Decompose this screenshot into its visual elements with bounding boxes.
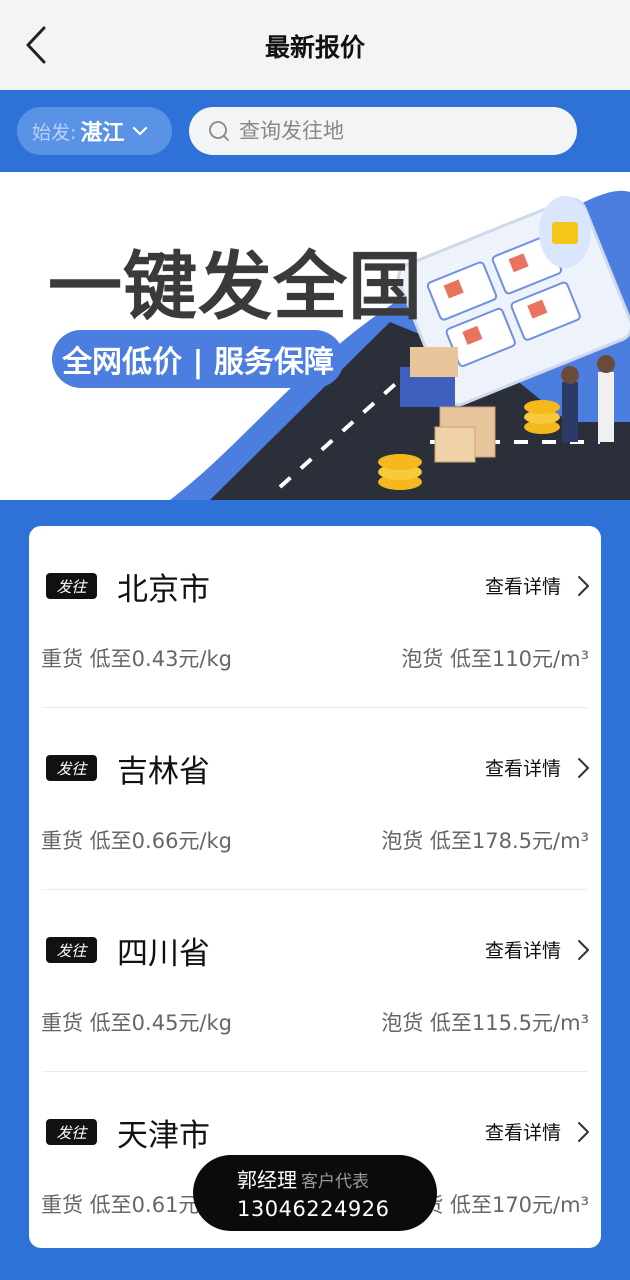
send-to-badge: 发往 <box>46 937 97 963</box>
send-to-badge: 发往 <box>46 755 97 781</box>
destination-name: 四川省 <box>117 936 210 972</box>
chevron-down-icon <box>133 126 148 136</box>
chevron-right-icon <box>578 757 589 778</box>
search-bar: 始发: 湛江 <box>0 90 630 172</box>
heavy-cargo-price: 重货 低至0.45元/kg <box>41 1011 232 1035</box>
view-details-link[interactable]: 查看详情 <box>485 572 593 599</box>
destination-name: 天津市 <box>117 1118 210 1154</box>
origin-label: 始发: <box>32 121 77 144</box>
search-icon <box>209 121 229 141</box>
nav-header: 最新报价 <box>0 0 630 90</box>
contact-phone: 13046224926 <box>237 1197 390 1221</box>
contact-role: 客户代表 <box>301 1172 369 1192</box>
quote-list: 发往 北京市 查看详情 重货 低至0.43元/kg 泡货 低至110元/m³ 发… <box>29 526 601 1248</box>
chevron-right-icon <box>578 575 589 596</box>
bulk-cargo-price: 泡货 低至178.5元/m³ <box>381 829 589 853</box>
view-details-label: 查看详情 <box>484 576 561 598</box>
view-details-label: 查看详情 <box>484 1122 561 1144</box>
chevron-right-icon <box>578 939 589 960</box>
send-to-badge: 发往 <box>46 1119 97 1145</box>
view-details-link[interactable]: 查看详情 <box>485 936 593 963</box>
banner-headline: 一键发全国 <box>48 244 423 330</box>
page-title: 最新报价 <box>264 33 365 62</box>
destination-search-box[interactable] <box>189 107 577 155</box>
heavy-cargo-price: 重货 低至0.66元/kg <box>41 829 232 853</box>
send-to-badge: 发往 <box>46 573 97 599</box>
contact-name: 郭经理 <box>237 1168 297 1192</box>
banner-tagline: 全网低价 | 服务保障 <box>52 330 344 388</box>
quote-row[interactable]: 发往 北京市 查看详情 重货 低至0.43元/kg 泡货 低至110元/m³ <box>29 526 601 708</box>
view-details-label: 查看详情 <box>484 940 561 962</box>
destination-search-input[interactable] <box>239 119 559 143</box>
quote-row[interactable]: 发往 四川省 查看详情 重货 低至0.45元/kg 泡货 低至115.5元/m³ <box>29 890 601 1072</box>
contact-name-line: 郭经理 客户代表 <box>237 1164 369 1193</box>
destination-name: 吉林省 <box>117 754 210 790</box>
destination-name: 北京市 <box>117 572 210 608</box>
bulk-cargo-price: 泡货 低至115.5元/m³ <box>381 1011 589 1035</box>
view-details-link[interactable]: 查看详情 <box>485 754 593 781</box>
heavy-cargo-price: 重货 低至0.43元/kg <box>41 647 232 671</box>
origin-city: 湛江 <box>80 121 125 146</box>
view-details-link[interactable]: 查看详情 <box>485 1118 593 1145</box>
chevron-right-icon <box>578 1121 589 1142</box>
contact-rep-button[interactable]: 郭经理 客户代表 13046224926 <box>193 1155 437 1231</box>
origin-city-selector[interactable]: 始发: 湛江 <box>17 107 172 155</box>
view-details-label: 查看详情 <box>484 758 561 780</box>
quote-row[interactable]: 发往 吉林省 查看详情 重货 低至0.66元/kg 泡货 低至178.5元/m³ <box>29 708 601 890</box>
promo-banner[interactable]: 一键发全国 全网低价 | 服务保障 <box>0 172 630 500</box>
bulk-cargo-price: 泡货 低至110元/m³ <box>401 647 589 671</box>
